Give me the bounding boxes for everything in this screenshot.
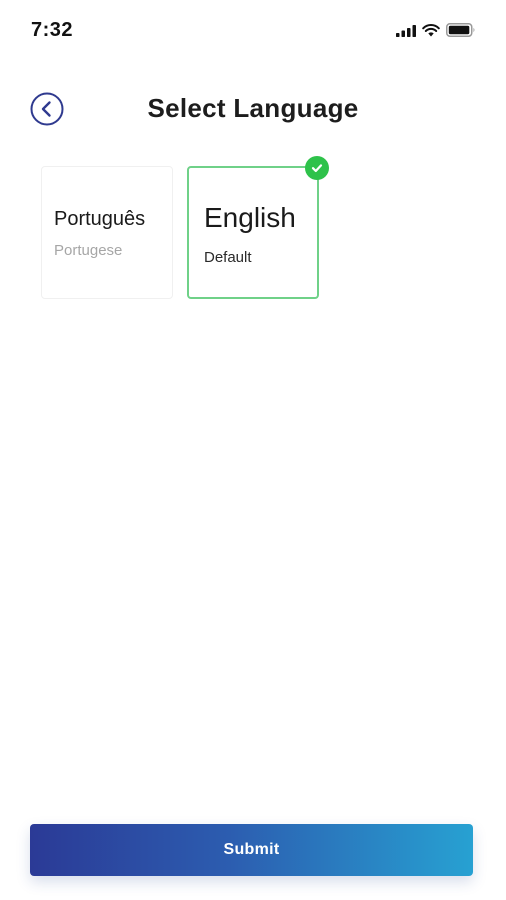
- status-icons: [396, 23, 476, 42]
- language-card-english[interactable]: English Default: [187, 156, 329, 299]
- wifi-icon: [422, 23, 440, 42]
- status-bar: 7:32: [0, 0, 506, 60]
- header: Select Language: [0, 82, 506, 136]
- check-circle-icon: [305, 156, 329, 180]
- page-title: Select Language: [147, 93, 359, 123]
- language-name: Português: [54, 208, 146, 230]
- status-time: 7:32: [31, 19, 74, 41]
- language-selection-screen: 7:32 Select Language Português Portugese…: [0, 0, 506, 900]
- language-subtitle: Default: [204, 249, 252, 266]
- signal-icon: [396, 24, 416, 42]
- language-options: Português Portugese English Default: [41, 156, 329, 299]
- battery-icon: [446, 23, 476, 42]
- submit-button[interactable]: Submit: [30, 824, 473, 876]
- language-card-portugues[interactable]: Português Portugese: [41, 166, 173, 299]
- language-name: English: [204, 202, 296, 233]
- language-subtitle: Portugese: [54, 242, 123, 259]
